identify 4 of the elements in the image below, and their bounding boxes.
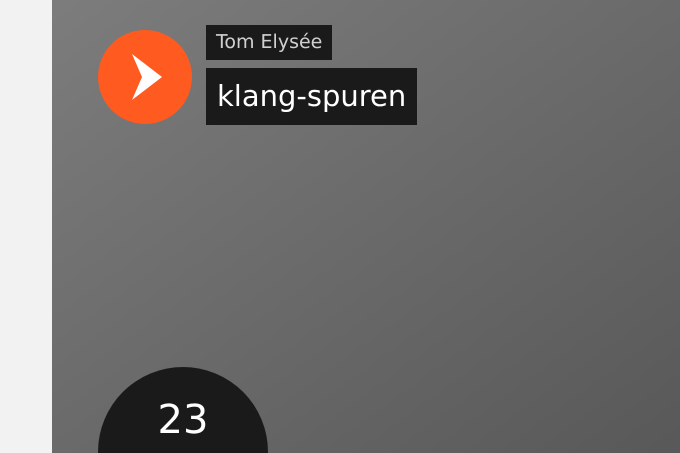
artist-name[interactable]: Tom Elysée xyxy=(206,25,332,60)
play-icon xyxy=(132,54,162,100)
track-title[interactable]: klang-spuren xyxy=(206,68,418,125)
count-text: 23 xyxy=(158,396,208,445)
